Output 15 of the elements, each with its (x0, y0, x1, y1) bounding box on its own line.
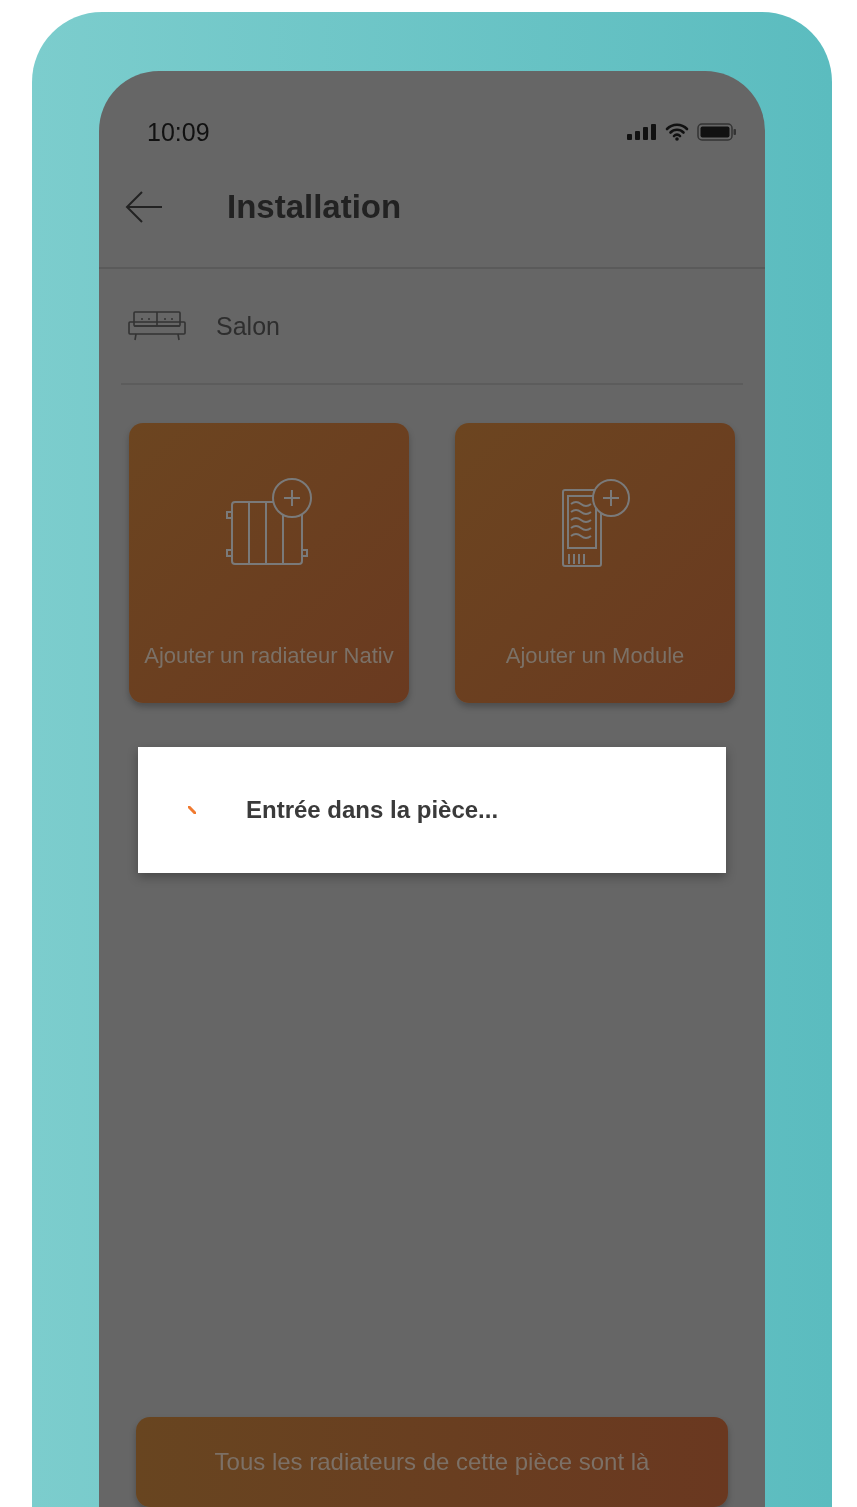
signal-icon (627, 124, 657, 140)
module-plus-icon (559, 478, 631, 568)
add-device-card[interactable]: Ajouter un Module (455, 423, 735, 703)
radiator-plus-icon (224, 478, 314, 568)
sofa-icon (128, 310, 186, 342)
back-button[interactable] (125, 190, 163, 224)
status-time: 10:09 (147, 117, 210, 147)
wifi-icon (665, 123, 689, 141)
loading-spinner-icon (188, 806, 196, 814)
confirm-button[interactable]: Tous les radiateurs de cette pièce sont là (136, 1417, 728, 1507)
loading-message: Entrée dans la pièce... (246, 796, 499, 824)
add-device-card[interactable]: Ajouter un radiateur Nativ (129, 423, 409, 703)
page-title: Installation (227, 188, 402, 226)
room-name: Salon (216, 311, 280, 341)
battery-icon (697, 123, 737, 141)
